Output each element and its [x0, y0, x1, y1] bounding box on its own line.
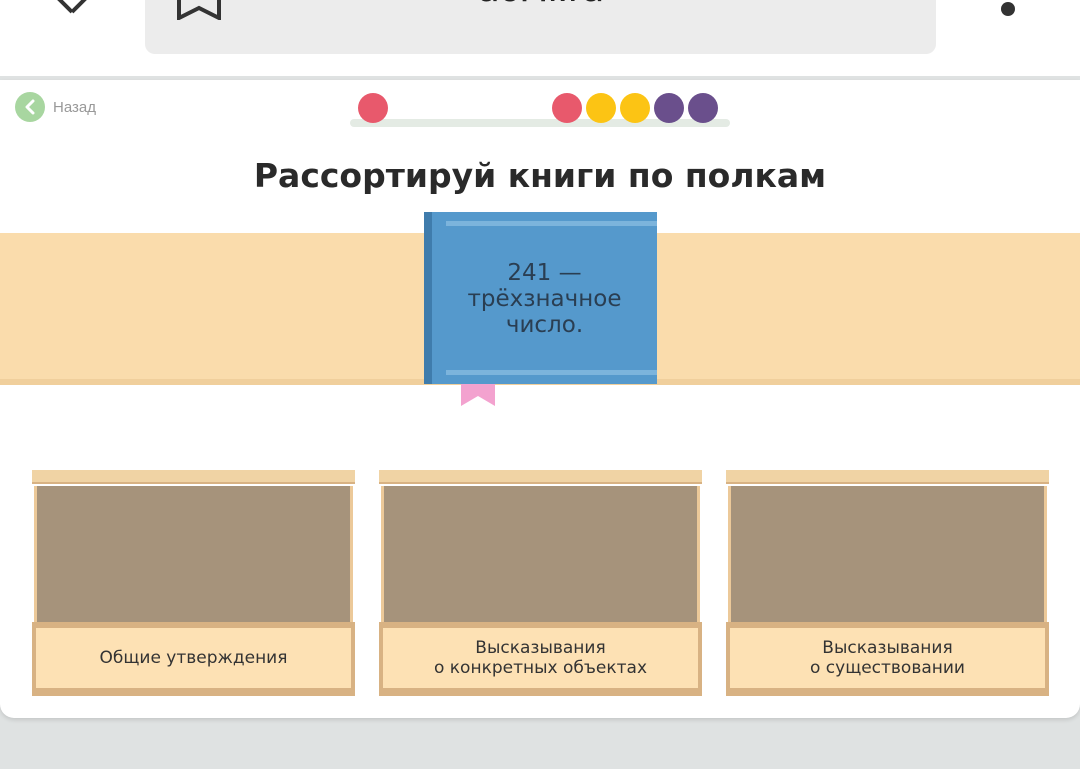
exercise-page: Назад Рассортируй книги по полкам 241 — …	[0, 80, 1080, 718]
bookmark-ribbon-icon	[461, 384, 495, 406]
shelf-drop-zone[interactable]	[381, 486, 700, 622]
shelf-label-frame: Высказывания о существовании	[726, 622, 1049, 696]
browser-toolbar: ucHi.ru	[0, 0, 1080, 76]
chevron-left-icon	[15, 92, 45, 122]
menu-dots-icon[interactable]	[1001, 2, 1015, 16]
back-button[interactable]: Назад	[15, 92, 96, 122]
draggable-book[interactable]: 241 — трёхзначное число.	[424, 212, 657, 384]
shelf-label: Общие утверждения	[36, 628, 351, 688]
shelf-label: Высказывания о конкретных объектах	[383, 628, 698, 688]
url-text: ucHi.ru	[145, 0, 936, 11]
book-decor-line	[446, 221, 657, 226]
shelf-existence-statements[interactable]: Высказывания о существовании	[726, 470, 1049, 696]
progress-dot	[688, 93, 718, 123]
book-decor-line	[446, 370, 657, 375]
shelf-specific-objects[interactable]: Высказывания о конкретных объектах	[379, 470, 702, 696]
shelf-label-frame: Высказывания о конкретных объектах	[379, 622, 702, 696]
shelf-general-statements[interactable]: Общие утверждения	[32, 470, 355, 696]
task-title: Рассортируй книги по полкам	[253, 156, 827, 195]
book-text: 241 — трёхзначное число.	[467, 260, 622, 338]
shelf-label: Высказывания о существовании	[730, 628, 1045, 688]
shelf-top	[726, 470, 1049, 484]
shelf-drop-zone[interactable]	[728, 486, 1047, 622]
shelf-label-frame: Общие утверждения	[32, 622, 355, 696]
progress-dot	[620, 93, 650, 123]
address-bar[interactable]: ucHi.ru	[145, 0, 936, 54]
close-icon[interactable]	[50, 0, 94, 14]
progress-dot	[586, 93, 616, 123]
progress-dot	[358, 93, 388, 123]
progress-dot	[552, 93, 582, 123]
shelf-drop-zone[interactable]	[34, 486, 353, 622]
progress-dot	[654, 93, 684, 123]
back-label: Назад	[53, 98, 96, 116]
shelf-top	[32, 470, 355, 484]
shelf-top	[379, 470, 702, 484]
